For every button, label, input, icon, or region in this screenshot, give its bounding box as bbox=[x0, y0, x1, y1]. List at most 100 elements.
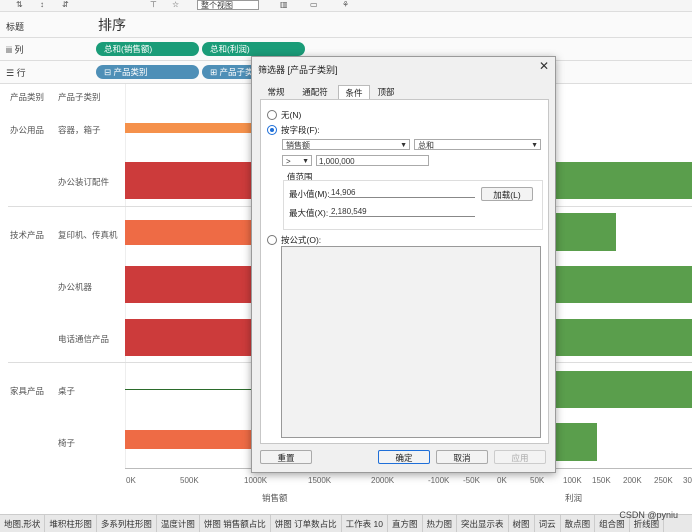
sales-tick: 2000K bbox=[371, 476, 395, 485]
sales-bar[interactable] bbox=[125, 266, 255, 303]
profit-bar[interactable] bbox=[556, 423, 597, 461]
chevron-down-icon: ▼ bbox=[400, 142, 407, 149]
sales-bar[interactable] bbox=[125, 220, 255, 245]
toolbar: ⇅ ↕ ⇵ ⊤ ☆ 整个视图 ▥ ▭ ⚘ bbox=[0, 0, 692, 12]
sales-tick: 500K bbox=[180, 476, 199, 485]
sheet-tab[interactable]: 热力图 bbox=[423, 515, 458, 532]
sheet-tab[interactable]: 多系列柱形图 bbox=[97, 515, 157, 532]
sales-bar[interactable] bbox=[125, 123, 255, 133]
tab-condition[interactable]: 条件 bbox=[338, 85, 370, 100]
subcategory-label: 椅子 bbox=[58, 438, 76, 448]
tab-top[interactable]: 顶部 bbox=[372, 85, 400, 99]
sheet-tab[interactable]: 饼图 订单数占比 bbox=[271, 515, 342, 532]
rows-shelf-label: ☰ 行 bbox=[6, 68, 26, 78]
sheet-tab[interactable]: 温度计图 bbox=[157, 515, 200, 532]
pill-product-category[interactable]: ⊟ 产品类别 bbox=[96, 65, 199, 79]
sales-bar[interactable] bbox=[125, 162, 255, 199]
subcategory-label: 电话通信产品 bbox=[58, 334, 110, 344]
sheet-tab[interactable]: 词云 bbox=[535, 515, 561, 532]
ok-button[interactable]: 确定 bbox=[378, 450, 430, 464]
columns-shelf-label: iii 列 bbox=[6, 45, 24, 55]
sheet-tab[interactable]: 直方图 bbox=[388, 515, 423, 532]
sheet-tab[interactable]: 树图 bbox=[509, 515, 535, 532]
subcategory-label: 桌子 bbox=[58, 386, 76, 396]
star-icon[interactable]: ☆ bbox=[172, 0, 179, 9]
category-label: 技术产品 bbox=[10, 230, 45, 240]
header-category: 产品类别 bbox=[10, 92, 45, 102]
sales-bar[interactable] bbox=[125, 319, 255, 356]
sheet-tabs: 地图,形状 堆积柱形图 多系列柱形图 温度计图 饼图 销售额占比 饼图 订单数占比 工作表 … bbox=[0, 514, 692, 532]
sheet-tab[interactable]: 工作表 10 bbox=[342, 515, 388, 532]
filter-dialog: 筛选器 [产品子类别] ✕ 常规 通配符 条件 顶部 无(N) 按字段(F): … bbox=[251, 56, 556, 473]
profit-tick: -50K bbox=[463, 476, 480, 485]
header-subcategory: 产品子类别 bbox=[58, 92, 101, 102]
sales-axis-title: 销售额 bbox=[262, 493, 288, 503]
max-label: 最大值(X): bbox=[289, 208, 329, 218]
profit-tick: 0K bbox=[497, 476, 507, 485]
chevron-down-icon: ▼ bbox=[302, 158, 309, 165]
profit-bar[interactable] bbox=[556, 213, 616, 251]
sheet-tab[interactable]: 突出显示表 bbox=[457, 515, 509, 532]
condition-panel: 无(N) 按字段(F): 销售额 ▼ 总和 ▼ > ▼ 1,000,000 值范… bbox=[260, 99, 549, 444]
sales-tick: 1500K bbox=[308, 476, 332, 485]
sort-asc-icon[interactable]: ↕ bbox=[40, 0, 44, 9]
pin-icon[interactable]: ⊤ bbox=[150, 0, 157, 9]
pill-sum-profit[interactable]: 总和(利润) bbox=[202, 42, 305, 56]
reset-button[interactable]: 重置 bbox=[260, 450, 312, 464]
min-label: 最小值(M): bbox=[289, 189, 330, 199]
share-icon[interactable]: ⚘ bbox=[342, 0, 349, 9]
sales-bar[interactable] bbox=[125, 430, 255, 449]
aggregation-select-value: 总和 bbox=[418, 141, 434, 150]
chevron-down-icon: ▼ bbox=[531, 142, 538, 149]
apply-button[interactable]: 应用 bbox=[494, 450, 546, 464]
field-select-value: 销售额 bbox=[286, 141, 310, 150]
formula-editor[interactable] bbox=[281, 246, 541, 438]
swap-icon[interactable]: ⇅ bbox=[16, 0, 23, 9]
subcategory-label: 办公装订配件 bbox=[58, 177, 110, 187]
radio-by-formula[interactable] bbox=[267, 235, 277, 245]
profit-bar[interactable] bbox=[556, 162, 692, 199]
aggregation-select[interactable]: 总和 ▼ bbox=[414, 139, 541, 150]
close-icon[interactable]: ✕ bbox=[539, 59, 549, 73]
sales-bar[interactable] bbox=[125, 389, 255, 390]
tab-wildcard[interactable]: 通配符 bbox=[296, 85, 334, 99]
sheet-tab[interactable]: 散点图 bbox=[561, 515, 596, 532]
pill-sum-sales[interactable]: 总和(销售额) bbox=[96, 42, 199, 56]
radio-none[interactable] bbox=[267, 110, 277, 120]
watermark: CSDN @pyniu bbox=[619, 510, 678, 520]
sheet-tab[interactable]: 堆积柱形图 bbox=[45, 515, 97, 532]
operator-select[interactable]: > ▼ bbox=[282, 155, 312, 166]
profit-tick: -100K bbox=[428, 476, 450, 485]
field-select[interactable]: 销售额 ▼ bbox=[282, 139, 410, 150]
profit-tick: 150K bbox=[592, 476, 611, 485]
profit-bar[interactable] bbox=[556, 319, 692, 356]
sort-desc-icon[interactable]: ⇵ bbox=[62, 0, 69, 9]
sheet-title[interactable]: 排序 bbox=[98, 15, 126, 35]
cancel-button[interactable]: 取消 bbox=[436, 450, 488, 464]
radio-by-field[interactable] bbox=[267, 125, 277, 135]
sheet-tab[interactable]: 地图,形状 bbox=[0, 515, 46, 532]
max-value-field[interactable]: 2,180,549 bbox=[329, 206, 475, 217]
category-label: 办公用品 bbox=[10, 125, 45, 135]
load-button[interactable]: 加载(L) bbox=[481, 187, 533, 201]
category-label: 家具产品 bbox=[10, 386, 45, 396]
chart-icon[interactable]: ▥ bbox=[280, 0, 288, 9]
profit-bar[interactable] bbox=[556, 371, 692, 408]
tab-general[interactable]: 常规 bbox=[262, 85, 290, 99]
profit-bar[interactable] bbox=[556, 266, 692, 303]
sales-tick: 1000K bbox=[244, 476, 268, 485]
sheet-tab[interactable]: 饼图 销售额占比 bbox=[200, 515, 271, 532]
fit-select[interactable]: 整个视图 bbox=[197, 0, 259, 10]
min-value-field[interactable]: 14,906 bbox=[329, 187, 475, 198]
presentation-icon[interactable]: ▭ bbox=[310, 0, 318, 9]
operator-select-value: > bbox=[286, 157, 291, 166]
title-shelf: 标题 排序 bbox=[0, 12, 692, 38]
profit-tick: 100K bbox=[563, 476, 582, 485]
profit-axis-title: 利润 bbox=[565, 493, 583, 503]
subcategory-label: 复印机、传真机 bbox=[58, 230, 118, 240]
subcategory-label: 办公机器 bbox=[58, 282, 93, 292]
threshold-input[interactable]: 1,000,000 bbox=[316, 155, 429, 166]
profit-tick: 30 bbox=[683, 476, 692, 485]
title-shelf-label: 标题 bbox=[6, 22, 25, 32]
formula-label: 按公式(O): bbox=[281, 235, 322, 245]
